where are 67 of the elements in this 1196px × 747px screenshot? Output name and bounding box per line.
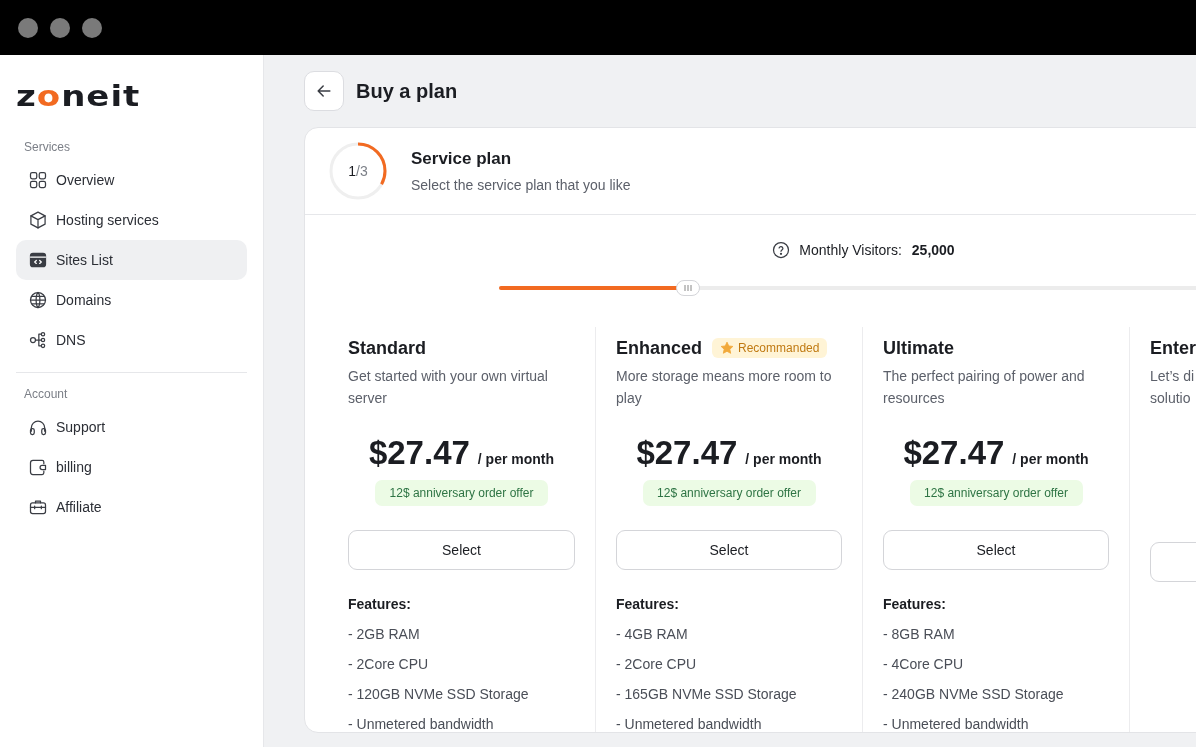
select-button[interactable]: Select [883, 530, 1109, 570]
visitors-label: Monthly Visitors: [799, 242, 902, 258]
wallet-icon [28, 457, 48, 477]
sidebar-item[interactable]: Domains [16, 280, 247, 320]
sidebar-item[interactable]: billing [16, 447, 247, 487]
plan-description: The perfect pairing of power and resources [883, 367, 1086, 408]
star-icon [720, 341, 735, 355]
plan-description: More storage means more room to play [616, 367, 833, 408]
price-period: / per month [745, 451, 822, 467]
back-button[interactable] [304, 71, 344, 111]
plan-description: Get started with your own virtual server [348, 367, 549, 408]
price-period: / per month [1012, 451, 1089, 467]
sidebar-item[interactable]: Hosting services [16, 200, 247, 240]
window-control[interactable] [18, 17, 38, 38]
feature-item: - Unmetered bandwidth [616, 716, 763, 732]
features-heading: Features: [883, 596, 948, 612]
feature-item: - 2Core CPU [348, 656, 430, 672]
offer-tag: 12$ anniversary order offer [642, 480, 816, 506]
section-heading: Services [23, 140, 71, 154]
offer-tag: 12$ anniversary order offer [375, 480, 548, 506]
section-heading: Account [23, 387, 69, 401]
window-control[interactable] [50, 17, 70, 38]
logo: zoneit [16, 82, 141, 110]
features-heading: Features: [616, 596, 681, 612]
network-icon [28, 330, 48, 350]
step-progress-ring: 1/3 [329, 142, 387, 200]
window-control[interactable] [82, 17, 102, 38]
select-button[interactable]: Select [616, 530, 842, 570]
sidebar-item[interactable]: Support [16, 407, 247, 447]
visitors-value: 25,000 [911, 242, 955, 258]
plan-name: Enhanced [616, 337, 703, 359]
features-heading: Features: [348, 596, 413, 612]
browser-code-icon [28, 250, 48, 270]
sidebar-item[interactable]: Affiliate [16, 487, 247, 527]
feature-item: - 120GB NVMe SSD Storage [348, 686, 530, 702]
price: $27.47 [903, 434, 1005, 472]
visitors-slider[interactable] [499, 279, 1196, 297]
feature-item: - 240GB NVMe SSD Storage [883, 686, 1065, 702]
feature-item: - 2GB RAM [348, 626, 421, 642]
sidebar-item[interactable]: Sites List [16, 240, 247, 280]
badge-label: Recommanded [738, 341, 820, 355]
feature-item: - 4GB RAM [616, 626, 689, 642]
plan-name: Ultimate [883, 337, 954, 359]
feature-item: - Unmetered bandwidth [348, 716, 495, 732]
plan-name: Enter [1150, 337, 1196, 359]
price-period: / per month [477, 451, 555, 467]
plan-description: Let’s di solutio [1150, 367, 1196, 408]
step-subtitle: Select the service plan that you like [411, 177, 631, 193]
feature-item: - 165GB NVMe SSD Storage [616, 686, 798, 702]
offer-tag: 12$ anniversary order offer [909, 480, 1083, 506]
feature-item: - 2Core CPU [616, 656, 698, 672]
feature-item: - 8GB RAM [883, 626, 956, 642]
select-button[interactable]: Select [348, 530, 575, 570]
sidebar-item[interactable]: DNS [16, 320, 247, 360]
step-title: Service plan [411, 149, 513, 169]
grid-icon [28, 170, 48, 190]
price: $27.47 [636, 434, 738, 472]
page-title: Buy a plan [356, 79, 458, 103]
sidebar-item[interactable]: Overview [16, 160, 247, 200]
slider-thumb[interactable] [676, 280, 701, 296]
feature-item: - Unmetered bandwidth [883, 716, 1030, 732]
cube-icon [28, 210, 48, 230]
price: $27.47 [368, 434, 470, 472]
feature-item: - 4Core CPU [883, 656, 965, 672]
plan-name: Standard [348, 337, 426, 359]
help-icon[interactable] [771, 240, 792, 260]
globe-icon [28, 290, 48, 310]
